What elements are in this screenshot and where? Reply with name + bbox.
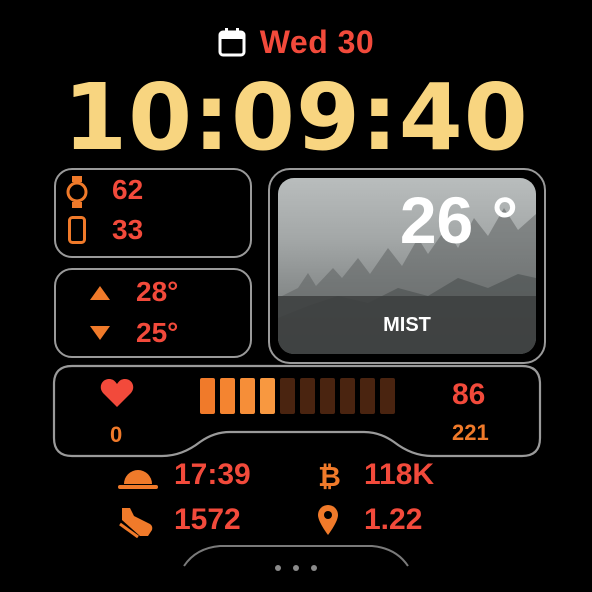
date-row[interactable]: Wed 30 [0, 22, 592, 62]
heart-rate-bar [200, 378, 395, 414]
sunrise-time: 17:39 [174, 458, 251, 491]
temp-low-value: 25° [136, 317, 179, 348]
location-pin-icon [318, 505, 338, 535]
phone-battery-value: 33 [112, 214, 144, 245]
watch-icon [66, 176, 88, 208]
weather-temperature: 26 ° [399, 183, 518, 257]
page-dot[interactable] [311, 565, 317, 571]
heart-icon [100, 379, 134, 407]
date-label: Wed 30 [259, 23, 375, 60]
page-indicator[interactable] [0, 565, 592, 571]
triangle-up-icon [90, 286, 110, 300]
heart-rate-max: 221 [452, 420, 489, 445]
heart-rate-segment [360, 378, 375, 414]
time-display: 10:09:40 [63, 64, 529, 171]
triangle-down-icon [90, 326, 110, 340]
heart-rate-segment [280, 378, 295, 414]
heart-rate-segment [240, 378, 255, 414]
bitcoin-value: 118K [364, 458, 435, 491]
phone-icon [68, 216, 86, 244]
heart-rate-segment [340, 378, 355, 414]
weather-condition-band: MIST [278, 296, 536, 354]
watch-battery-value: 62 [112, 174, 144, 205]
heart-rate-segment [380, 378, 395, 414]
page-dot[interactable] [275, 565, 281, 571]
weather-condition: MIST [383, 313, 431, 336]
heart-rate-current: 86 [452, 378, 486, 411]
steps-value: 1572 [174, 503, 241, 536]
temp-high-value: 28° [136, 276, 179, 307]
weather-image: 26 ° MIST [278, 178, 536, 354]
bitcoin-icon: ₿ [318, 460, 340, 492]
distance-value: 1.22 [364, 503, 423, 536]
svg-text:₿: ₿ [318, 460, 340, 492]
heart-rate-segment [320, 378, 335, 414]
heart-rate-segment [220, 378, 235, 414]
sunrise-icon [118, 470, 158, 489]
heart-rate-segment [200, 378, 215, 414]
calendar-icon [218, 28, 246, 57]
bottom-arc [183, 545, 409, 567]
heart-rate-segment [300, 378, 315, 414]
heart-rate-segment [260, 378, 275, 414]
page-dot[interactable] [293, 565, 299, 571]
shoe-icon [119, 508, 153, 538]
heart-rate-min: 0 [110, 422, 123, 447]
